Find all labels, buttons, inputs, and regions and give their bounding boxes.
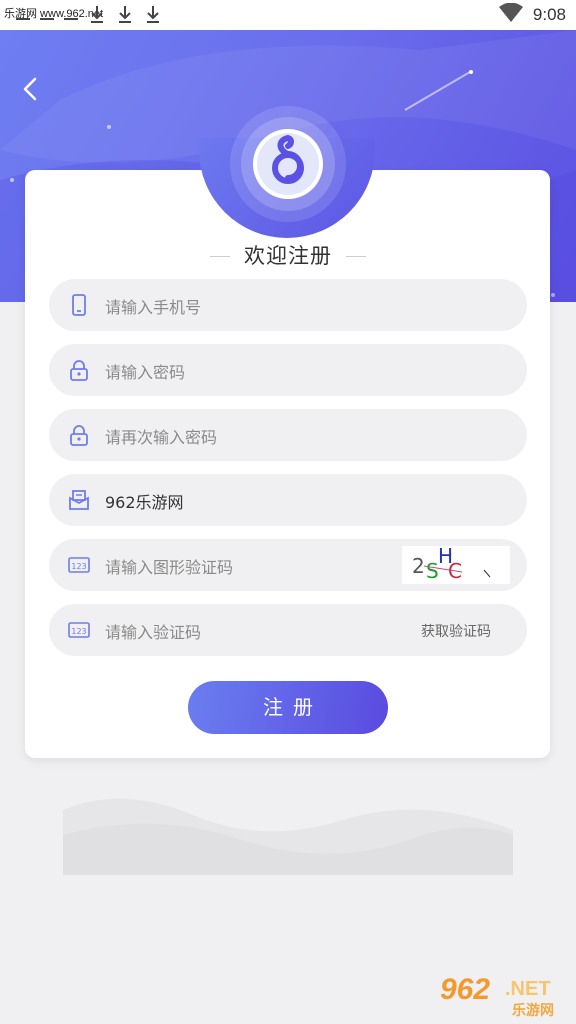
confirm-password-field[interactable]: 请再次输入密码 xyxy=(49,409,527,461)
lock-icon xyxy=(70,425,88,446)
password-field[interactable]: 请输入密码 xyxy=(49,344,527,396)
watermark-cn: 乐游网 xyxy=(512,1003,554,1019)
download-icon xyxy=(144,4,162,24)
svg-text:123: 123 xyxy=(71,562,86,571)
bottom-wave-decoration xyxy=(63,798,513,875)
captcha-image[interactable]: 2 S H C xyxy=(402,544,510,584)
confirm-password-placeholder: 请再次输入密码 xyxy=(105,428,218,447)
clock: 9:08 xyxy=(532,5,566,24)
image-code-field[interactable]: 123 请输入图形验证码 2 S H C xyxy=(49,539,527,591)
title-divider-right xyxy=(346,256,366,257)
download-icon xyxy=(88,4,106,24)
code-123-icon: 123 xyxy=(68,557,90,573)
watermark-suffix: .NET xyxy=(505,978,551,1000)
download-icon xyxy=(116,4,134,24)
phone-icon xyxy=(72,294,86,316)
register-button[interactable]: 注册 xyxy=(188,681,388,734)
captcha-char: 2 xyxy=(412,554,425,578)
status-bar: 乐游网 www.962.net 9:08 xyxy=(0,0,576,30)
dash-icon xyxy=(64,18,78,20)
notification-icons xyxy=(16,4,162,24)
sms-code-placeholder: 请输入验证码 xyxy=(105,623,202,642)
dash-icon xyxy=(40,18,54,20)
mail-icon xyxy=(69,490,89,510)
wifi-icon xyxy=(498,2,523,27)
invite-field[interactable]: 962乐游网 xyxy=(49,474,527,526)
sms-code-field[interactable]: 123 请输入验证码 获取验证码 xyxy=(49,604,527,656)
page-title: 欢迎注册 xyxy=(244,244,332,268)
svg-text:123: 123 xyxy=(71,627,86,636)
phone-field[interactable]: 请输入手机号 xyxy=(49,279,527,331)
watermark-number: 962 xyxy=(440,973,491,1006)
back-button[interactable] xyxy=(18,76,44,102)
password-placeholder: 请输入密码 xyxy=(105,363,186,382)
phone-placeholder: 请输入手机号 xyxy=(105,298,202,317)
app-logo xyxy=(230,106,346,222)
code-123-icon: 123 xyxy=(68,622,90,638)
dash-icon xyxy=(16,18,30,20)
lock-icon xyxy=(70,360,88,381)
captcha-char: S xyxy=(426,559,439,583)
get-code-button[interactable]: 获取验证码 xyxy=(421,621,491,641)
invite-value: 962乐游网 xyxy=(105,493,184,512)
chevron-left-icon xyxy=(23,77,37,101)
image-code-placeholder: 请输入图形验证码 xyxy=(105,558,234,577)
